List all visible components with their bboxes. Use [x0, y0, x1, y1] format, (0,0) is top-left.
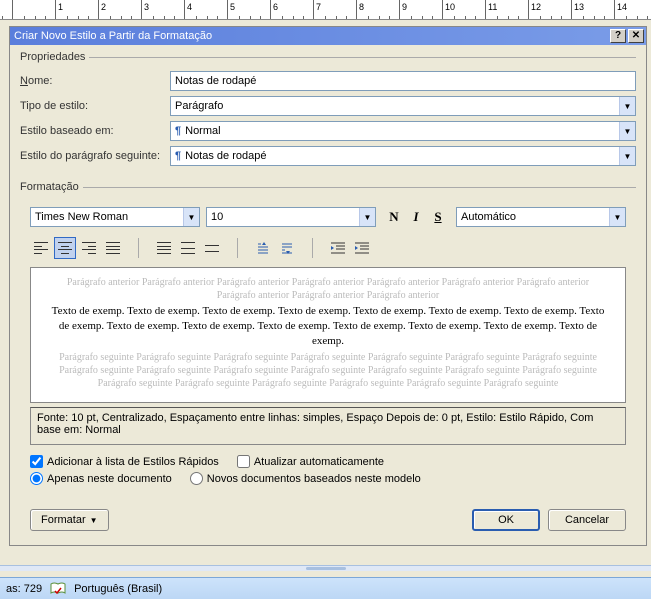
chevron-down-icon: ▼	[90, 516, 98, 525]
preview-box: Parágrafo anterior Parágrafo anterior Pa…	[30, 267, 626, 403]
linespace-2-button[interactable]	[201, 237, 223, 259]
name-label: Nome:	[20, 75, 170, 87]
preview-after: Parágrafo seguinte Parágrafo seguinte Pa…	[49, 351, 607, 390]
nextpara-label: Estilo do parágrafo seguinte:	[20, 150, 170, 162]
indent-inc-button[interactable]	[351, 237, 373, 259]
new-docs-radio[interactable]: Novos documentos baseados neste modelo	[190, 472, 421, 485]
auto-update-check[interactable]: Atualizar automaticamente	[237, 455, 384, 468]
word-count[interactable]: as: 729	[6, 583, 42, 595]
styletype-label: Tipo de estilo:	[20, 100, 170, 112]
align-right-icon	[82, 242, 96, 254]
preview-sample: Texto de exemp. Texto de exemp. Texto de…	[49, 304, 607, 349]
preview-before: Parágrafo anterior Parágrafo anterior Pa…	[49, 276, 607, 302]
style-description: Fonte: 10 pt, Centralizado, Espaçamento …	[30, 407, 626, 445]
fontsize-value: 10	[207, 211, 359, 223]
space-before-dec-button[interactable]	[276, 237, 298, 259]
linespace-15-button[interactable]	[177, 237, 199, 259]
properties-legend: Propriedades	[20, 51, 89, 63]
space-before-inc-button[interactable]	[252, 237, 274, 259]
styletype-value: Parágrafo	[171, 100, 619, 112]
font-value: Times New Roman	[31, 211, 183, 223]
align-left-icon	[34, 242, 48, 254]
pilcrow-icon: ¶	[175, 125, 181, 137]
align-justify-button[interactable]	[102, 237, 124, 259]
chevron-down-icon: ▼	[183, 208, 199, 226]
bold-button[interactable]: N	[383, 206, 405, 228]
linespace-1-icon	[157, 242, 171, 254]
formatting-legend: Formatação	[20, 181, 83, 193]
nextpara-value: ¶Notas de rodapé	[171, 150, 619, 162]
font-combo[interactable]: Times New Roman ▼	[30, 207, 200, 227]
formatting-fieldset: Formatação Times New Roman ▼ 10 ▼ N I S …	[20, 181, 636, 497]
chevron-down-icon: ▼	[619, 122, 635, 140]
dialog-titlebar: Criar Novo Estilo a Partir da Formatação…	[10, 27, 646, 45]
linespace-1-button[interactable]	[153, 237, 175, 259]
linespace-15-icon	[181, 242, 195, 254]
basedon-label: Estilo baseado em:	[20, 125, 170, 137]
underline-button[interactable]: S	[427, 206, 449, 228]
align-left-button[interactable]	[30, 237, 52, 259]
nextpara-combo[interactable]: ¶Notas de rodapé ▼	[170, 146, 636, 166]
auto-update-checkbox[interactable]	[237, 455, 250, 468]
chevron-down-icon: ▼	[619, 97, 635, 115]
horizontal-ruler: 11234567891011121314	[0, 0, 651, 20]
chevron-down-icon: ▼	[359, 208, 375, 226]
ok-button[interactable]: OK	[472, 509, 540, 531]
indent-dec-icon	[331, 242, 345, 254]
create-style-dialog: Criar Novo Estilo a Partir da Formatação…	[9, 26, 647, 546]
space-before-dec-icon	[280, 242, 294, 254]
new-docs-radio-input[interactable]	[190, 472, 203, 485]
basedon-value: ¶Normal	[171, 125, 619, 137]
name-input[interactable]	[170, 71, 636, 91]
align-right-button[interactable]	[78, 237, 100, 259]
spellcheck-icon[interactable]	[50, 582, 66, 596]
basedon-combo[interactable]: ¶Normal ▼	[170, 121, 636, 141]
chevron-down-icon: ▼	[609, 208, 625, 226]
pilcrow-icon: ¶	[175, 150, 181, 162]
linespace-2-icon	[205, 242, 219, 254]
align-center-button[interactable]	[54, 237, 76, 259]
close-button[interactable]: ✕	[628, 29, 644, 43]
separator	[312, 238, 313, 258]
indent-inc-icon	[355, 242, 369, 254]
help-button[interactable]: ?	[610, 29, 626, 43]
fontcolor-combo[interactable]: Automático ▼	[456, 207, 626, 227]
indent-dec-button[interactable]	[327, 237, 349, 259]
properties-fieldset: Propriedades Nome: Tipo de estilo: Parág…	[20, 51, 636, 177]
cancel-button[interactable]: Cancelar	[548, 509, 626, 531]
dialog-title: Criar Novo Estilo a Partir da Formatação	[14, 30, 608, 42]
fontcolor-value: Automático	[457, 211, 609, 223]
align-center-icon	[58, 242, 72, 254]
separator	[138, 238, 139, 258]
fontsize-combo[interactable]: 10 ▼	[206, 207, 376, 227]
pane-divider[interactable]	[0, 565, 651, 571]
italic-button[interactable]: I	[405, 206, 427, 228]
this-doc-radio-input[interactable]	[30, 472, 43, 485]
align-justify-icon	[106, 242, 120, 254]
format-button[interactable]: Formatar▼	[30, 509, 109, 531]
styletype-combo[interactable]: Parágrafo ▼	[170, 96, 636, 116]
language-status[interactable]: Português (Brasil)	[74, 583, 162, 595]
space-before-inc-icon	[256, 242, 270, 254]
add-quickstyles-check[interactable]: Adicionar à lista de Estilos Rápidos	[30, 455, 219, 468]
separator	[237, 238, 238, 258]
chevron-down-icon: ▼	[619, 147, 635, 165]
status-bar: as: 729 Português (Brasil)	[0, 577, 651, 599]
this-doc-radio[interactable]: Apenas neste documento	[30, 472, 172, 485]
add-quickstyles-checkbox[interactable]	[30, 455, 43, 468]
